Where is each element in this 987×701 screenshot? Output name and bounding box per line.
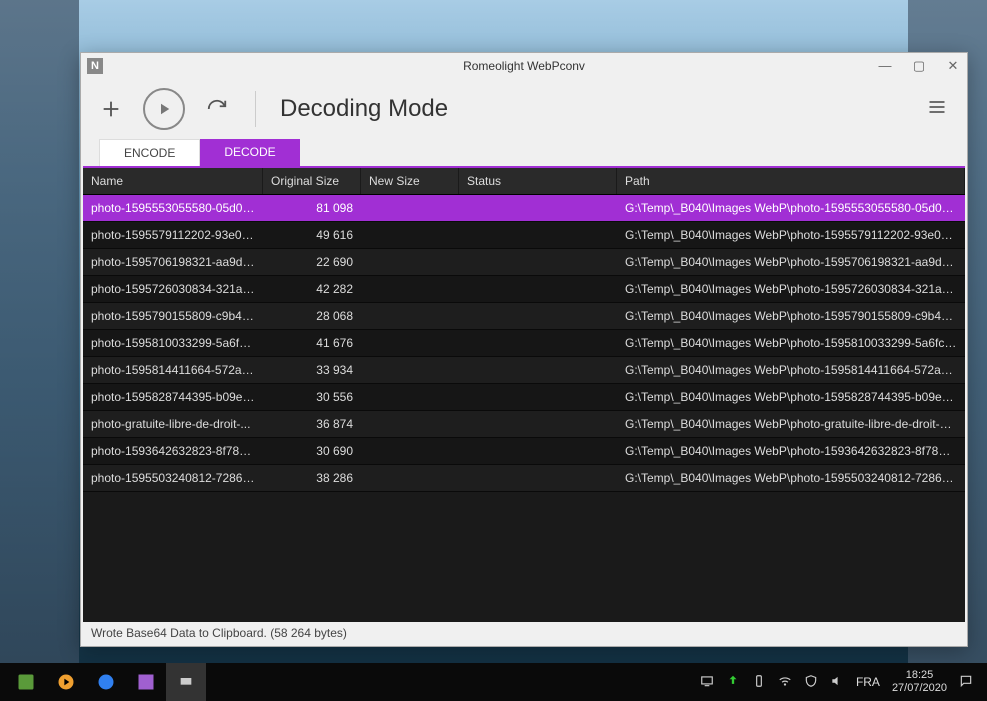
cell-name: photo-1595706198321-aa9dcd... xyxy=(83,255,263,269)
table-row[interactable]: photo-1595503240812-7286daf...38 286 G:\T… xyxy=(83,465,965,492)
table-row[interactable]: photo-1595828744395-b09e9a...30 556 G:\Te… xyxy=(83,384,965,411)
table-row[interactable]: photo-1595726030834-321a14...42 282 G:\Te… xyxy=(83,276,965,303)
col-new-size[interactable]: New Size xyxy=(361,168,459,194)
taskbar-app-2[interactable] xyxy=(46,663,86,701)
tray-upload-icon[interactable] xyxy=(726,674,740,691)
cell-original-size: 30 690 xyxy=(263,444,361,458)
taskbar-app-3[interactable] xyxy=(86,663,126,701)
grid-header: Name Original Size New Size Status Path xyxy=(83,166,965,195)
cell-path: G:\Temp\_B040\Images WebP\photo-15957260… xyxy=(617,282,965,296)
system-tray: FRA 18:25 27/07/2020 xyxy=(700,669,981,695)
toolbar-divider xyxy=(255,91,256,127)
cell-path: G:\Temp\_B040\Images WebP\photo-15955530… xyxy=(617,201,965,215)
cell-name: photo-gratuite-libre-de-droit-... xyxy=(83,417,263,431)
refresh-button[interactable] xyxy=(203,95,231,123)
app-window: N Romeolight WebPconv — ▢ ✕ Decoding Mod… xyxy=(80,52,968,647)
mode-label: Decoding Mode xyxy=(280,95,448,123)
cell-original-size: 38 286 xyxy=(263,471,361,485)
tray-time: 18:25 xyxy=(892,669,947,682)
tray-date: 27/07/2020 xyxy=(892,682,947,695)
cell-path: G:\Temp\_B040\Images WebP\photo-15958287… xyxy=(617,390,965,404)
cell-name: photo-1593642632823-8f785ba... xyxy=(83,444,263,458)
cell-original-size: 49 616 xyxy=(263,228,361,242)
close-button[interactable]: ✕ xyxy=(945,58,961,74)
cell-name: photo-1595810033299-5a6fcda... xyxy=(83,336,263,350)
play-button[interactable] xyxy=(143,88,185,130)
menu-button[interactable] xyxy=(927,97,947,122)
tray-clock[interactable]: 18:25 27/07/2020 xyxy=(892,669,947,695)
cell-path: G:\Temp\_B040\Images WebP\photo-15958144… xyxy=(617,363,965,377)
tray-device-icon[interactable] xyxy=(752,674,766,691)
tab-decode[interactable]: DECODE xyxy=(200,139,299,166)
table-row[interactable]: photo-1595706198321-aa9dcd...22 690 G:\Te… xyxy=(83,249,965,276)
tab-encode[interactable]: ENCODE xyxy=(99,139,200,166)
cell-original-size: 41 676 xyxy=(263,336,361,350)
cell-original-size: 42 282 xyxy=(263,282,361,296)
tray-volume-icon[interactable] xyxy=(830,674,844,691)
cell-original-size: 36 874 xyxy=(263,417,361,431)
tray-shield-icon[interactable] xyxy=(804,674,818,691)
table-row[interactable]: photo-1595810033299-5a6fcda...41 676 G:\T… xyxy=(83,330,965,357)
tray-wifi-icon[interactable] xyxy=(778,674,792,691)
cell-original-size: 28 068 xyxy=(263,309,361,323)
tray-notifications-icon[interactable] xyxy=(959,674,973,691)
cell-path: G:\Temp\_B040\Images WebP\photo-15958100… xyxy=(617,336,965,350)
file-grid: Name Original Size New Size Status Path … xyxy=(83,166,965,622)
col-status[interactable]: Status xyxy=(459,168,617,194)
table-row[interactable]: photo-1595553055580-05d06b...81 098 G:\Te… xyxy=(83,195,965,222)
cell-name: photo-1595726030834-321a14... xyxy=(83,282,263,296)
col-name[interactable]: Name xyxy=(83,168,263,194)
table-row[interactable]: photo-1595790155809-c9b4d1...28 068 G:\Te… xyxy=(83,303,965,330)
table-row[interactable]: photo-gratuite-libre-de-droit-...36 874 G… xyxy=(83,411,965,438)
cell-path: G:\Temp\_B040\Images WebP\photo-15936426… xyxy=(617,444,965,458)
table-row[interactable]: photo-1595814411664-572a02...33 934 G:\Te… xyxy=(83,357,965,384)
app-icon: N xyxy=(87,58,103,74)
tab-bar: ENCODE DECODE xyxy=(81,139,967,166)
cell-name: photo-1595814411664-572a02... xyxy=(83,363,263,377)
tray-language[interactable]: FRA xyxy=(856,675,880,689)
cell-original-size: 81 098 xyxy=(263,201,361,215)
cell-path: G:\Temp\_B040\Images WebP\photo-15957061… xyxy=(617,255,965,269)
window-title: Romeolight WebPconv xyxy=(81,59,967,73)
add-button[interactable] xyxy=(97,95,125,123)
window-controls: — ▢ ✕ xyxy=(877,58,961,74)
toolbar: Decoding Mode xyxy=(81,79,967,139)
statusbar: Wrote Base64 Data to Clipboard. (58 264 … xyxy=(81,622,967,646)
cell-original-size: 30 556 xyxy=(263,390,361,404)
cell-name: photo-1595790155809-c9b4d1... xyxy=(83,309,263,323)
tray-monitor-icon[interactable] xyxy=(700,674,714,691)
cell-name: photo-1595553055580-05d06b... xyxy=(83,201,263,215)
cell-name: photo-1595579112202-93e076... xyxy=(83,228,263,242)
cell-name: photo-1595503240812-7286daf... xyxy=(83,471,263,485)
col-original-size[interactable]: Original Size xyxy=(263,168,361,194)
cell-path: G:\Temp\_B040\Images WebP\photo-15955032… xyxy=(617,471,965,485)
taskbar-app-1[interactable] xyxy=(6,663,46,701)
grid-body[interactable]: photo-1595553055580-05d06b...81 098 G:\Te… xyxy=(83,195,965,622)
taskbar[interactable]: FRA 18:25 27/07/2020 xyxy=(0,663,987,701)
cell-original-size: 22 690 xyxy=(263,255,361,269)
cell-path: G:\Temp\_B040\Images WebP\photo-15955791… xyxy=(617,228,965,242)
cell-path: G:\Temp\_B040\Images WebP\photo-gratuite… xyxy=(617,417,965,431)
maximize-button[interactable]: ▢ xyxy=(911,58,927,74)
cell-path: G:\Temp\_B040\Images WebP\photo-15957901… xyxy=(617,309,965,323)
titlebar[interactable]: N Romeolight WebPconv — ▢ ✕ xyxy=(81,53,967,79)
table-row[interactable]: photo-1593642632823-8f785ba...30 690 G:\T… xyxy=(83,438,965,465)
col-path[interactable]: Path xyxy=(617,168,965,194)
cell-original-size: 33 934 xyxy=(263,363,361,377)
taskbar-app-4[interactable] xyxy=(126,663,166,701)
minimize-button[interactable]: — xyxy=(877,58,893,74)
taskbar-app-5[interactable] xyxy=(166,663,206,701)
table-row[interactable]: photo-1595579112202-93e076...49 616 G:\Te… xyxy=(83,222,965,249)
cell-name: photo-1595828744395-b09e9a... xyxy=(83,390,263,404)
